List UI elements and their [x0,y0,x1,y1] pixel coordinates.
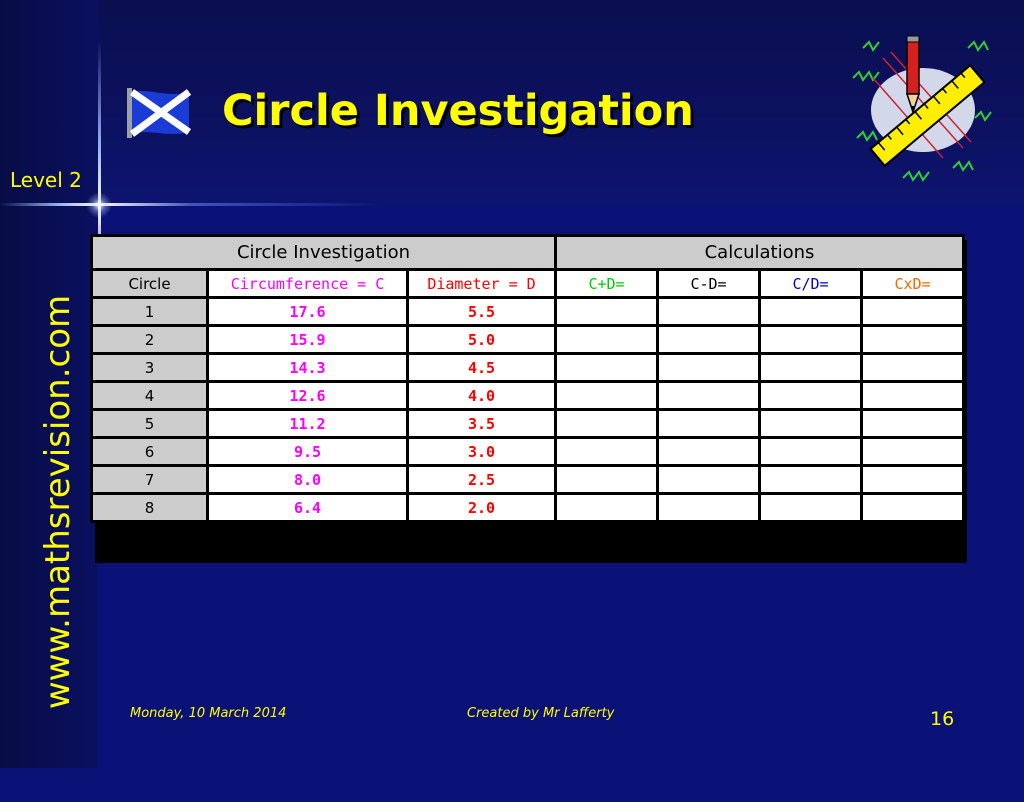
footer-author: Created by Mr Lafferty [467,706,615,721]
table-row: 6 9.5 3.0 [90,436,965,467]
c-minus-d-cell[interactable] [656,324,761,355]
table-row: 1 17.6 5.5 [90,296,965,327]
website-url: www.mathsrevision.com [38,294,78,710]
c-over-d-cell[interactable] [758,464,863,495]
circle-number: 7 [90,464,209,495]
circumference-value: 15.9 [206,324,409,355]
circumference-value: 12.6 [206,380,409,411]
c-minus-d-cell[interactable] [656,296,761,327]
c-over-d-cell[interactable] [758,296,863,327]
c-over-d-cell[interactable] [758,380,863,411]
c-over-d-cell[interactable] [758,408,863,439]
c-over-d-cell[interactable] [758,436,863,467]
col-header-diameter: Diameter = D [406,268,557,299]
c-plus-d-cell[interactable] [554,296,659,327]
column-header-row: Circle Circumference = C Diameter = D C+… [90,268,965,299]
table-row: 4 12.6 4.0 [90,380,965,411]
c-plus-d-cell[interactable] [554,492,659,523]
slide-title: Circle Investigation [222,86,694,136]
c-over-d-cell[interactable] [758,324,863,355]
diameter-value: 2.0 [406,492,557,523]
pencil-ruler-icon [852,35,992,182]
circumference-value: 6.4 [206,492,409,523]
circumference-value: 8.0 [206,464,409,495]
circle-number: 5 [90,408,209,439]
scotland-flag-icon [127,88,191,138]
c-times-d-cell[interactable] [860,380,965,411]
diameter-value: 4.0 [406,380,557,411]
circle-number: 3 [90,352,209,383]
c-plus-d-cell[interactable] [554,408,659,439]
c-minus-d-cell[interactable] [656,436,761,467]
footer-date: Monday, 10 March 2014 [130,706,287,721]
table-row: 3 14.3 4.5 [90,352,965,383]
circumference-value: 9.5 [206,436,409,467]
circumference-value: 11.2 [206,408,409,439]
diameter-value: 4.5 [406,352,557,383]
c-times-d-cell[interactable] [860,352,965,383]
circle-number: 2 [90,324,209,355]
c-plus-d-cell[interactable] [554,352,659,383]
c-over-d-cell[interactable] [758,352,863,383]
circle-number: 6 [90,436,209,467]
diameter-value: 3.5 [406,408,557,439]
circle-investigation-table: Circle Investigation Calculations Circle… [90,234,965,523]
group-header-investigation: Circle Investigation [90,234,557,271]
diameter-value: 2.5 [406,464,557,495]
circle-number: 8 [90,492,209,523]
c-plus-d-cell[interactable] [554,464,659,495]
table-row: 7 8.0 2.5 [90,464,965,495]
c-over-d-cell[interactable] [758,492,863,523]
col-header-c-over-d: C/D= [758,268,863,299]
c-times-d-cell[interactable] [860,436,965,467]
circle-number: 1 [90,296,209,327]
c-times-d-cell[interactable] [860,408,965,439]
c-minus-d-cell[interactable] [656,408,761,439]
table-row: 5 11.2 3.5 [90,408,965,439]
diameter-value: 5.0 [406,324,557,355]
table-row: 2 15.9 5.0 [90,324,965,355]
circle-number: 4 [90,380,209,411]
col-header-circle: Circle [90,268,209,299]
circumference-value: 14.3 [206,352,409,383]
group-header-row: Circle Investigation Calculations [90,234,965,271]
col-header-c-times-d: CxD= [860,268,965,299]
c-minus-d-cell[interactable] [656,492,761,523]
level-label: Level 2 [10,168,82,192]
c-plus-d-cell[interactable] [554,380,659,411]
c-times-d-cell[interactable] [860,296,965,327]
diameter-value: 5.5 [406,296,557,327]
c-minus-d-cell[interactable] [656,380,761,411]
c-times-d-cell[interactable] [860,464,965,495]
col-header-c-plus-d: C+D= [554,268,659,299]
c-minus-d-cell[interactable] [656,464,761,495]
c-times-d-cell[interactable] [860,492,965,523]
page-number: 16 [930,708,955,730]
glow-sparkle [86,192,112,218]
table-row: 8 6.4 2.0 [90,492,965,523]
c-minus-d-cell[interactable] [656,352,761,383]
group-header-calculations: Calculations [554,234,965,271]
c-times-d-cell[interactable] [860,324,965,355]
col-header-c-minus-d: C-D= [656,268,761,299]
col-header-circumference: Circumference = C [206,268,409,299]
c-plus-d-cell[interactable] [554,324,659,355]
circumference-value: 17.6 [206,296,409,327]
c-plus-d-cell[interactable] [554,436,659,467]
diameter-value: 3.0 [406,436,557,467]
